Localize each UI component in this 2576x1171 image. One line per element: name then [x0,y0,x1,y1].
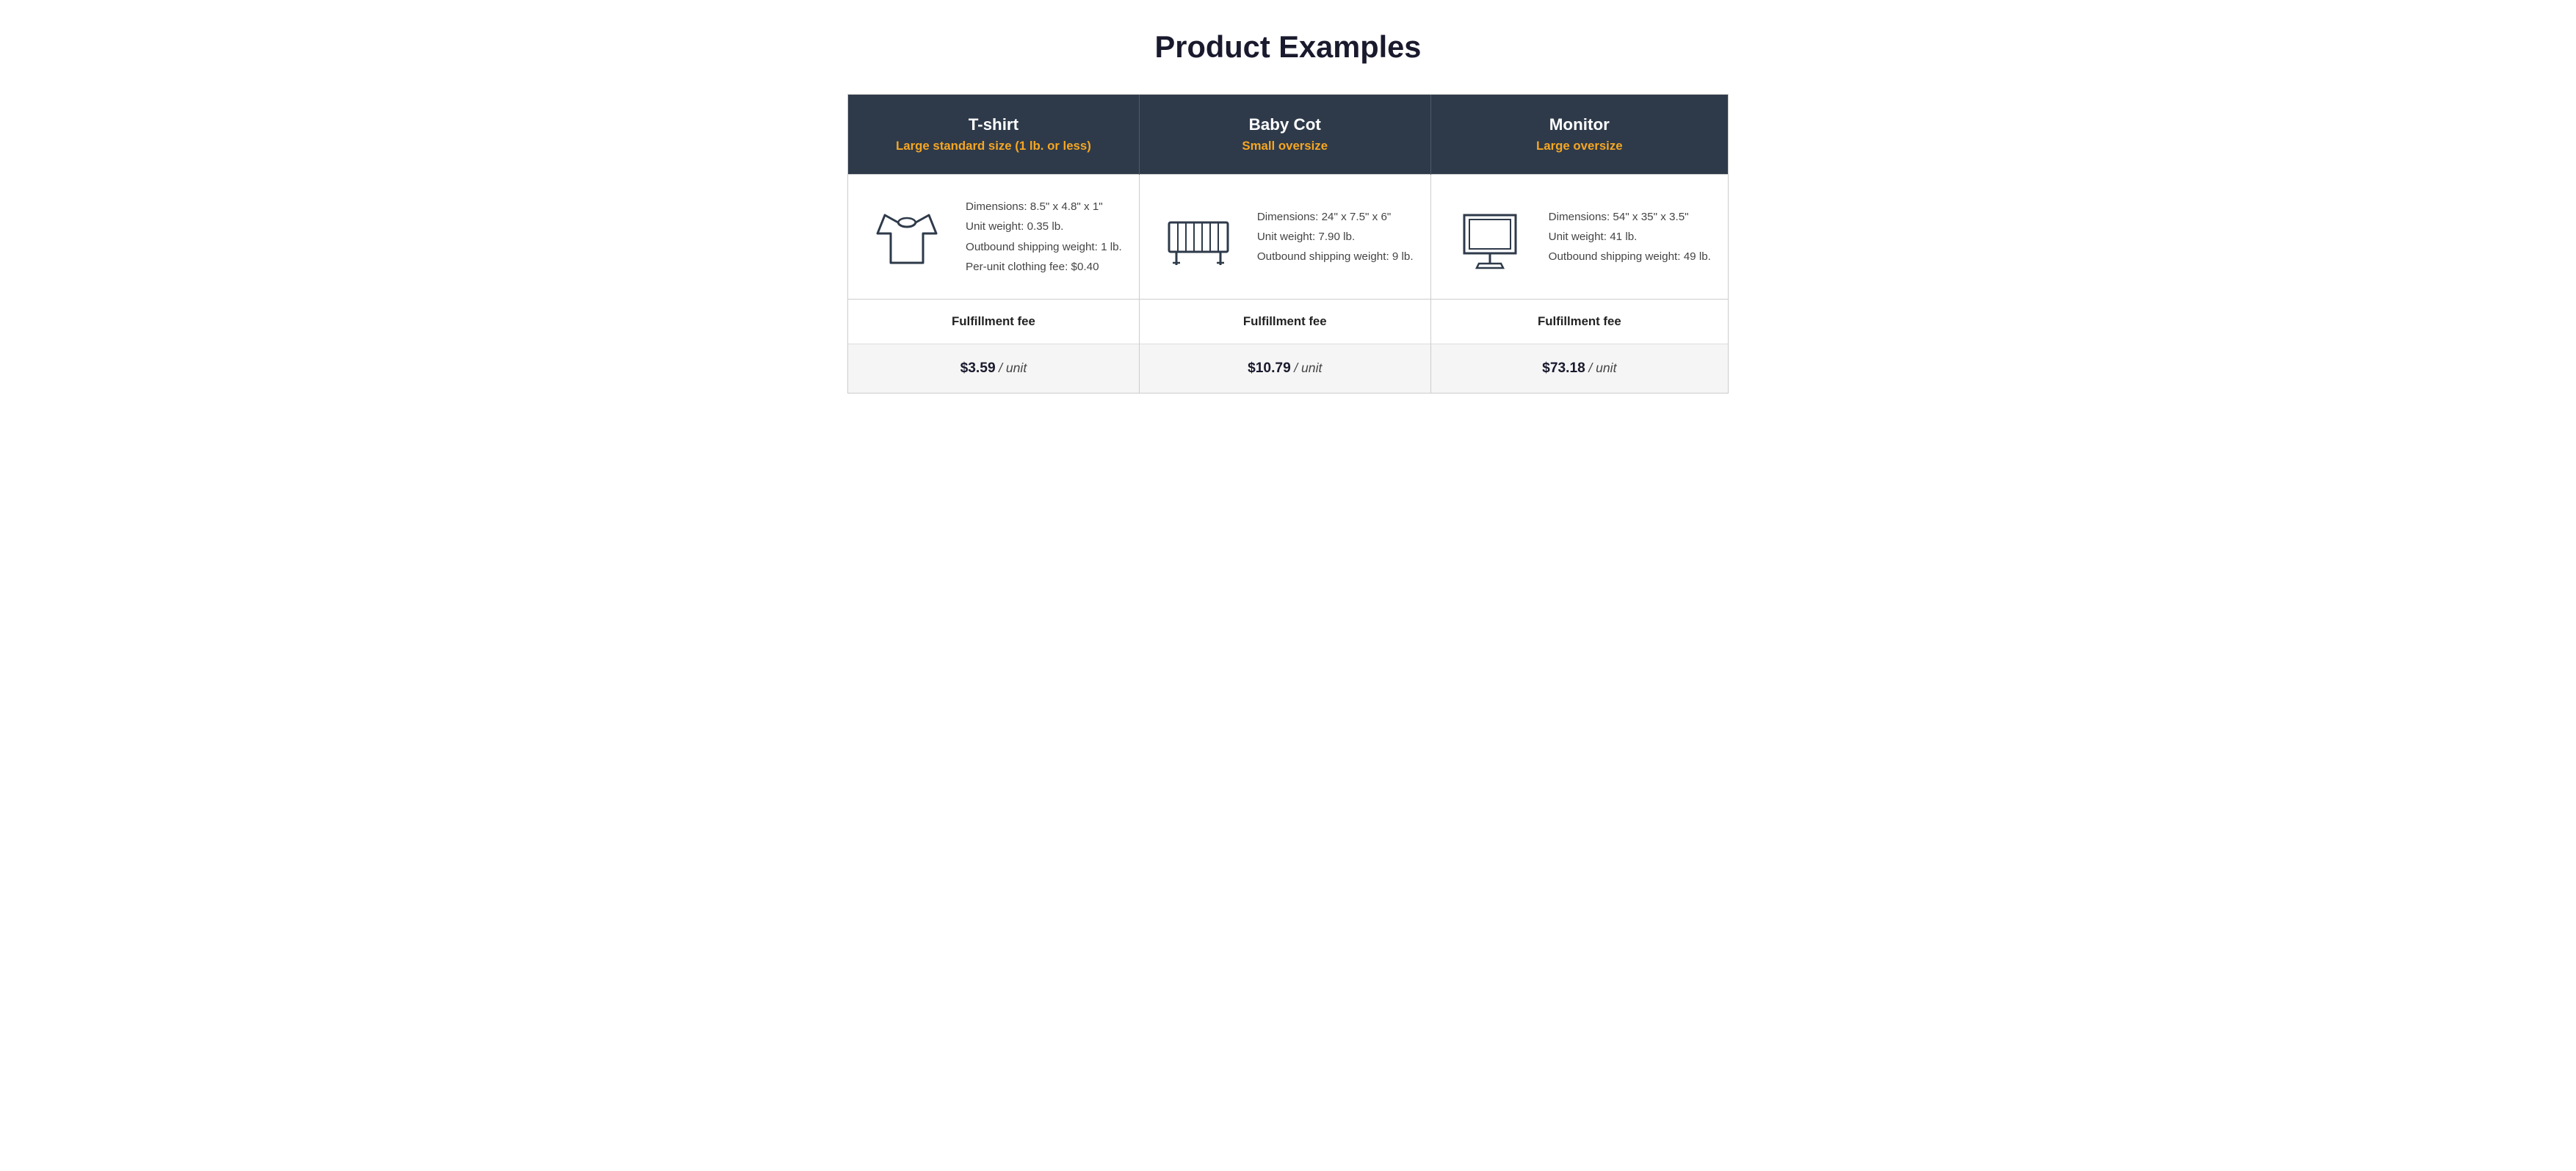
tshirt-price-cell: $3.59 / unit [848,344,1139,394]
cot-price: $10.79 [1248,360,1291,376]
monitor-icon-wrap [1446,200,1534,274]
monitor-unit-weight: Unit weight: 41 lb. [1549,231,1638,243]
tshirt-product-size: Large standard size (1 lb. or less) [870,139,1117,153]
header-tshirt: T-shirt Large standard size (1 lb. or le… [848,95,1139,175]
tshirt-icon [870,200,944,274]
table-header-row: T-shirt Large standard size (1 lb. or le… [848,95,1728,175]
details-row: Dimensions: 8.5" x 4.8" x 1" Unit weight… [848,175,1728,300]
tshirt-extra-fee: Per-unit clothing fee: $0.40 [966,261,1099,273]
cot-price-cell: $10.79 / unit [1139,344,1430,394]
tshirt-dimensions: Dimensions: 8.5" x 4.8" x 1" [966,200,1103,213]
tshirt-fulfillment-label: Fulfillment fee [848,300,1139,344]
product-table: T-shirt Large standard size (1 lb. or le… [847,94,1729,394]
monitor-price: $73.18 [1542,360,1585,376]
monitor-details-cell: Dimensions: 54" x 35" x 3.5" Unit weight… [1430,175,1728,300]
page-title: Product Examples [15,29,2561,65]
tshirt-product-info: Dimensions: 8.5" x 4.8" x 1" Unit weight… [966,197,1122,277]
monitor-product-info: Dimensions: 54" x 35" x 3.5" Unit weight… [1549,207,1711,267]
fulfillment-price-row: $3.59 / unit $10.79 / unit $73.18 / unit [848,344,1728,394]
fulfillment-label-row: Fulfillment fee Fulfillment fee Fulfillm… [848,300,1728,344]
tshirt-icon-wrap [863,200,951,274]
monitor-outbound-weight: Outbound shipping weight: 49 lb. [1549,250,1711,263]
tshirt-price: $3.59 [960,360,996,376]
tshirt-product-name: T-shirt [870,115,1117,134]
cot-icon-wrap [1154,200,1242,274]
header-monitor: Monitor Large oversize [1430,95,1728,175]
cot-product-name: Baby Cot [1162,115,1408,134]
cot-dimensions: Dimensions: 24" x 7.5" x 6" [1257,211,1391,223]
tshirt-price-unit: / unit [999,360,1027,375]
monitor-fulfillment-label: Fulfillment fee [1430,300,1728,344]
monitor-product-size: Large oversize [1453,139,1706,153]
tshirt-unit-weight: Unit weight: 0.35 lb. [966,220,1063,233]
monitor-price-unit: / unit [1588,360,1616,375]
tshirt-outbound-weight: Outbound shipping weight: 1 lb. [966,241,1122,253]
monitor-dimensions: Dimensions: 54" x 35" x 3.5" [1549,211,1689,223]
cot-product-info: Dimensions: 24" x 7.5" x 6" Unit weight:… [1257,207,1414,267]
monitor-icon [1453,200,1527,274]
tshirt-details-cell: Dimensions: 8.5" x 4.8" x 1" Unit weight… [848,175,1139,300]
cot-icon [1162,200,1235,274]
cot-unit-weight: Unit weight: 7.90 lb. [1257,231,1355,243]
cot-product-size: Small oversize [1162,139,1408,153]
cot-fulfillment-label: Fulfillment fee [1139,300,1430,344]
header-babycot: Baby Cot Small oversize [1139,95,1430,175]
monitor-price-cell: $73.18 / unit [1430,344,1728,394]
monitor-product-name: Monitor [1453,115,1706,134]
cot-details-cell: Dimensions: 24" x 7.5" x 6" Unit weight:… [1139,175,1430,300]
cot-outbound-weight: Outbound shipping weight: 9 lb. [1257,250,1414,263]
cot-price-unit: / unit [1294,360,1322,375]
